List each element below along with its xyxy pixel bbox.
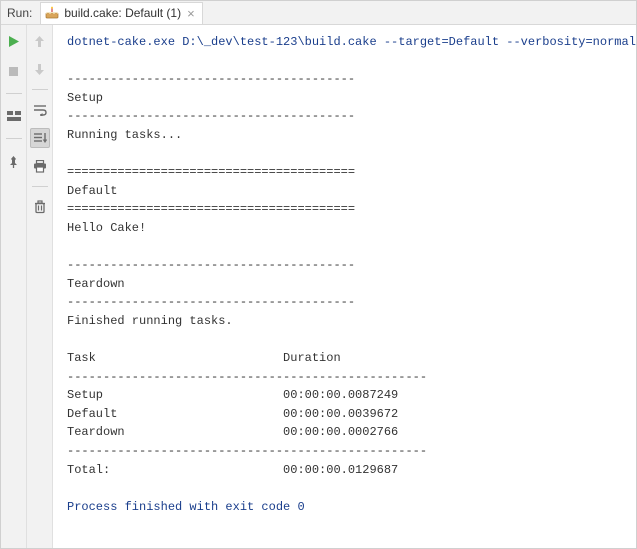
console-line: ---------------------------------------- (67, 256, 622, 275)
console-command: dotnet-cake.exe D:\_dev\test-123\build.c… (67, 33, 622, 52)
console-line: Total: 00:00:00.0129687 (67, 461, 622, 480)
console-line: Setup 00:00:00.0087249 (67, 386, 622, 405)
separator (32, 89, 48, 90)
cake-icon (45, 6, 59, 20)
console-line: ---------------------------------------- (67, 293, 622, 312)
close-icon[interactable]: × (186, 7, 196, 20)
console-line: Task Duration (67, 349, 622, 368)
stop-button[interactable] (4, 61, 24, 81)
console-line: Finished running tasks. (67, 312, 622, 331)
console-line: Hello Cake! (67, 219, 622, 238)
rerun-button[interactable] (4, 31, 24, 51)
run-toolbar-left (1, 25, 27, 548)
console-line: Teardown (67, 275, 622, 294)
console-line: ---------------------------------------- (67, 107, 622, 126)
soft-wrap-button[interactable] (30, 100, 50, 120)
print-button[interactable] (30, 156, 50, 176)
console-line: ---------------------------------------- (67, 70, 622, 89)
console-line: Default (67, 182, 622, 201)
console-line (67, 52, 622, 71)
console-line: ======================================== (67, 163, 622, 182)
clear-all-button[interactable] (30, 197, 50, 217)
down-arrow-button[interactable] (30, 59, 50, 79)
console-line: Teardown 00:00:00.0002766 (67, 423, 622, 442)
console-line: Setup (67, 89, 622, 108)
console-output[interactable]: dotnet-cake.exe D:\_dev\test-123\build.c… (53, 25, 636, 548)
scroll-to-end-button[interactable] (30, 128, 50, 148)
console-status: Process finished with exit code 0 (67, 498, 622, 517)
console-line: Default 00:00:00.0039672 (67, 405, 622, 424)
run-label: Run: (5, 6, 34, 20)
console-line (67, 238, 622, 257)
separator (32, 186, 48, 187)
separator (6, 138, 22, 139)
run-toolbar-secondary (27, 25, 53, 548)
console-line (67, 145, 622, 164)
layout-button[interactable] (4, 106, 24, 126)
console-line: ----------------------------------------… (67, 442, 622, 461)
run-tab-label: build.cake: Default (1) (64, 6, 181, 20)
run-tab[interactable]: build.cake: Default (1) × (40, 2, 202, 24)
up-arrow-button[interactable] (30, 31, 50, 51)
pin-button[interactable] (4, 151, 24, 171)
console-line: ======================================== (67, 200, 622, 219)
console-line: ----------------------------------------… (67, 368, 622, 387)
console-line (67, 331, 622, 350)
separator (6, 93, 22, 94)
run-body: dotnet-cake.exe D:\_dev\test-123\build.c… (1, 25, 636, 548)
console-line: Running tasks... (67, 126, 622, 145)
run-header: Run: build.cake: Default (1) × (1, 1, 636, 25)
